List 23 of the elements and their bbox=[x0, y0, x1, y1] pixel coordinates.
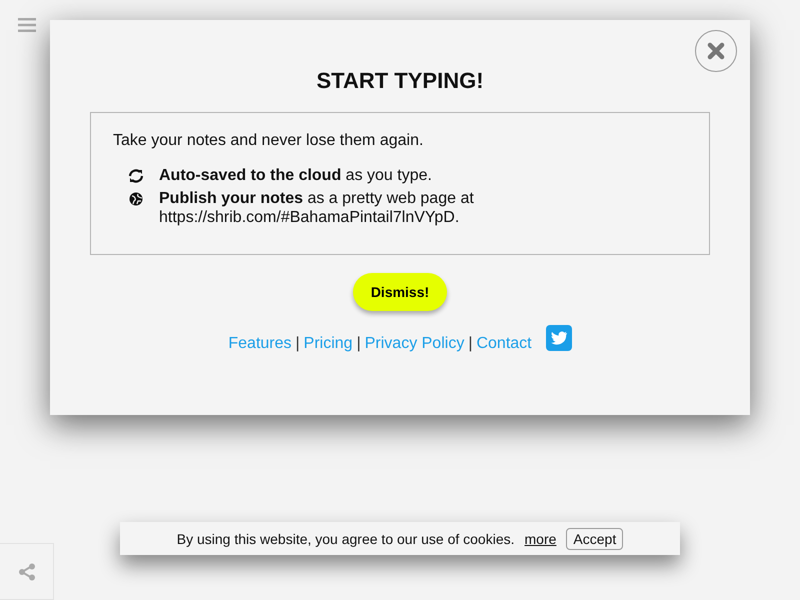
menu-icon[interactable] bbox=[18, 18, 36, 32]
footer-link[interactable]: Pricing bbox=[304, 335, 353, 353]
footer-link[interactable]: Contact bbox=[476, 335, 532, 353]
separator: | bbox=[296, 335, 300, 353]
feature-text: Auto-saved to the cloud as you type. bbox=[159, 166, 432, 185]
footer-link[interactable]: Privacy Policy bbox=[364, 335, 464, 353]
globe-icon bbox=[129, 192, 143, 206]
share-icon bbox=[18, 562, 36, 580]
intro-text: Take your notes and never lose them again. bbox=[113, 132, 424, 150]
dialog-title: START TYPING! bbox=[316, 68, 484, 94]
accept-button[interactable]: Accept bbox=[566, 528, 624, 550]
more-link[interactable]: more bbox=[524, 530, 556, 546]
separator: | bbox=[356, 335, 361, 353]
close-button[interactable] bbox=[695, 30, 737, 72]
close-icon bbox=[707, 42, 725, 60]
cookie-notice: By using this website, you agree to our use of cookies. bbox=[176, 530, 515, 546]
refresh-icon bbox=[128, 169, 144, 183]
separator: | bbox=[468, 335, 472, 353]
bird-icon[interactable] bbox=[546, 325, 572, 351]
footer-link[interactable]: Features bbox=[228, 335, 292, 353]
dismiss-button[interactable]: Dismiss! bbox=[352, 273, 448, 311]
feature-text: Publish your notes as a pretty web page at https://shrib.com/#BahamaPintail7lnVYpD. bbox=[159, 189, 475, 227]
share-button[interactable] bbox=[0, 543, 54, 600]
